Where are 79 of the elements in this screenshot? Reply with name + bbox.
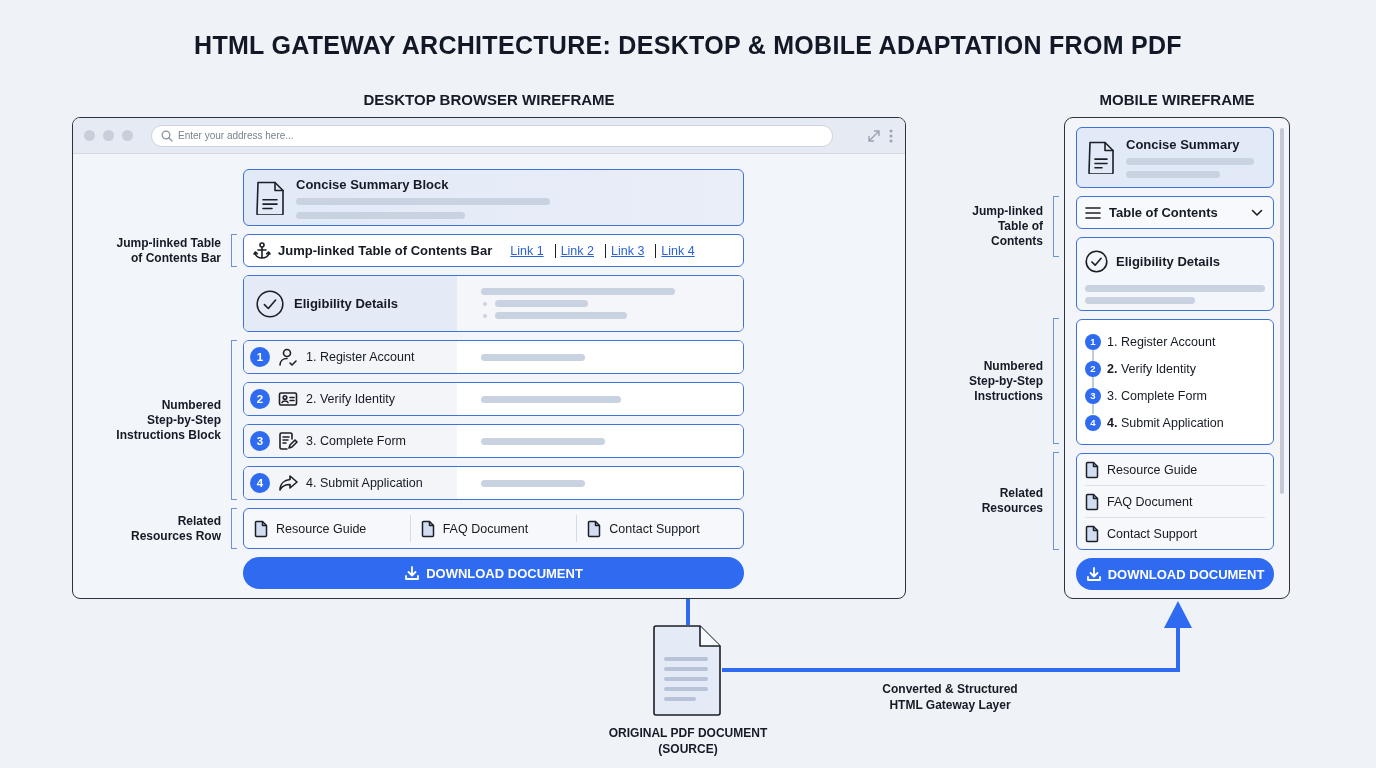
check-circle-icon	[256, 289, 284, 318]
step-label: 1. Register Account	[306, 350, 415, 364]
step-number: 4	[1085, 414, 1101, 431]
jump-link[interactable]: Link 2	[554, 243, 599, 258]
step-number: 1	[1085, 333, 1101, 350]
step-number: 2	[1085, 360, 1101, 377]
step-label: 3. Complete Form	[1107, 388, 1208, 403]
annotation-label: Related Resources Row	[129, 513, 221, 544]
diagram-title: HTML GATEWAY ARCHITECTURE: DESKTOP & MOBILE ADAPTATION FROM PDF	[193, 31, 1183, 60]
jump-link[interactable]: Link 4	[655, 243, 700, 258]
step-label: 3. Complete Form	[306, 434, 407, 448]
section-heading: DESKTOP BROWSER WIREFRAME	[362, 91, 616, 108]
download-button[interactable]: DOWNLOAD DOCUMENT	[1076, 558, 1274, 590]
jump-link[interactable]: Link 1	[510, 243, 549, 258]
resource-link[interactable]: Resource Guide	[1107, 462, 1198, 477]
resource-link[interactable]: Contact Support	[1107, 526, 1198, 541]
annotation-label: Numbered Step-by-Step Instructions	[968, 358, 1043, 404]
user-icon	[278, 347, 298, 367]
search-icon	[161, 129, 173, 142]
section-heading: MOBILE WIREFRAME	[1098, 91, 1256, 108]
anchor-icon	[252, 240, 272, 261]
window-control[interactable]	[103, 130, 114, 141]
card-title: Eligibility Details	[294, 296, 399, 311]
bullet	[483, 313, 487, 318]
card-title: Eligibility Details	[1116, 254, 1221, 269]
id-card-icon	[278, 389, 298, 409]
share-arrow-icon	[278, 473, 298, 493]
source-caption: ORIGINAL PDF DOCUMENT (SOURCE)	[607, 725, 769, 757]
window-control[interactable]	[122, 130, 133, 141]
step-label: 2. Verify Identity	[306, 392, 395, 406]
card-title: Jump-linked Table of Contents Bar	[278, 243, 493, 258]
window-control[interactable]	[84, 130, 95, 141]
menu-icon	[1085, 205, 1101, 220]
step-label: 2. Verify Identity	[1107, 361, 1196, 376]
bracket	[231, 234, 237, 267]
check-circle-icon	[1085, 250, 1108, 273]
expand-icon[interactable]	[867, 128, 881, 143]
bracket	[231, 508, 237, 549]
card-title: Concise Summary	[1126, 137, 1241, 152]
file-icon	[254, 519, 268, 538]
bullet	[483, 301, 487, 306]
address-field[interactable]: Enter your address here...	[151, 124, 833, 147]
table-of-contents-dropdown[interactable]: Table of Contents	[1076, 196, 1274, 229]
document-icon	[1088, 141, 1114, 174]
step-number: 2	[250, 389, 270, 409]
chevron-down-icon	[1251, 208, 1263, 217]
jump-link[interactable]: Link 3	[605, 243, 650, 258]
document-icon	[256, 180, 284, 215]
step-label: 4. Submit Application	[306, 476, 423, 490]
download-icon	[404, 565, 421, 581]
annotation-label: Jump-linked Table of Contents Bar	[115, 235, 221, 266]
bracket	[1053, 196, 1059, 257]
resource-link[interactable]: FAQ Document	[442, 521, 529, 536]
connector-label: Converted & Structured HTML Gateway Layer	[881, 681, 1019, 713]
step-label: 1. Register Account	[1107, 334, 1216, 349]
step-number: 3	[250, 431, 270, 451]
step-number: 3	[1085, 387, 1101, 404]
step-number: 1	[250, 347, 270, 367]
resource-link[interactable]: FAQ Document	[1107, 494, 1193, 509]
step-number: 4	[250, 473, 270, 493]
document-icon	[652, 625, 722, 717]
file-icon	[1085, 492, 1099, 511]
annotation-label: Numbered Step-by-Step Instructions Block	[115, 397, 221, 443]
resource-link[interactable]: Contact Support	[609, 521, 700, 536]
file-icon	[587, 519, 602, 538]
step-label: 4. Submit Application	[1107, 415, 1224, 430]
file-icon	[1085, 460, 1099, 479]
annotation-label: Related Resources	[980, 486, 1043, 516]
scrollbar[interactable]	[1280, 128, 1284, 494]
download-button[interactable]: DOWNLOAD DOCUMENT	[243, 557, 744, 589]
download-icon	[1085, 566, 1102, 582]
form-edit-icon	[278, 431, 298, 451]
resource-link[interactable]: Resource Guide	[276, 521, 367, 536]
file-icon	[1085, 524, 1099, 543]
card-title: Concise Summary Block	[296, 176, 450, 192]
menu-icon[interactable]	[889, 128, 893, 143]
annotation-label: Jump-linked Table of Contents	[971, 204, 1043, 249]
connector-line	[686, 599, 690, 625]
file-icon	[420, 519, 435, 538]
